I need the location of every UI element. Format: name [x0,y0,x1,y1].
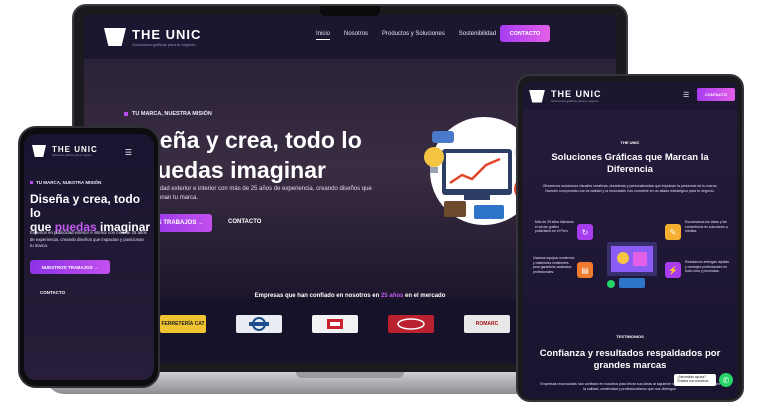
feature-delivery: Realizamos entregas rápidas y montajes p… [685,260,729,274]
design-illustration [607,242,657,288]
section-tag: THE UNIC [620,140,640,145]
logo-tagline: Soluciones gráficas para tu negocio [551,99,599,103]
nav-item-inicio[interactable]: Inicio [316,31,331,40]
hero-desc-line2: osicionan tu marca. [146,195,199,201]
hero-eyebrow: TU MARCA, NUESTRA MISIÓN [30,180,101,185]
hero-title-line1: Diseña y crea, todo lo [124,127,362,153]
mockup-scene: THE UNIC Soluciones gráficas para tu neg… [0,0,767,408]
nav-contacto-button[interactable]: CONTACTO [697,88,735,101]
logo-text: THE UNIC [132,27,202,42]
laptop-menu: Inicio Nosotros Productos y Soluciones S… [316,31,496,40]
feature-experience: Más de 25 años liderando el sector gráfi… [535,220,575,234]
hero-title-line2: e puedas imaginar [124,157,326,183]
hero-contacto-link[interactable]: CONTACTO [228,219,261,225]
experience-icon: ↻ [577,224,593,240]
equipment-icon: ▤ [577,262,593,278]
brands-title-prefix: Empresas que han confiado en nosotros en [254,293,380,299]
hero-description: Expertos en publicidad exterior e interi… [30,230,147,248]
hamburger-menu-icon[interactable]: ☰ [125,148,132,157]
hero-eyebrow: TU MARCA, NUESTRA MISIÓN [124,111,212,117]
laptop-camera-notch [320,6,380,16]
phone-logo[interactable]: THE UNIC Soluciones gráficas para tu neg… [32,145,98,157]
section-description: Ofrecemos soluciones visuales creativas,… [542,184,718,193]
hamburger-menu-icon[interactable]: ☰ [683,91,689,99]
laptop-navbar: THE UNIC Soluciones gráficas para tu neg… [84,15,616,59]
logo-tagline: Soluciones gráficas para tu negocio [132,42,196,47]
hero-desc-line1: ublicidad exterior e interior con más de… [146,186,372,192]
nav-item-productos[interactable]: Productos y Soluciones [382,31,445,40]
logo-text: THE UNIC [52,145,98,154]
nav-item-nosotros[interactable]: Nosotros [344,31,368,40]
laptop-logo[interactable]: THE UNIC Soluciones gráficas para tu neg… [104,27,201,47]
delivery-icon: ⚡ [665,262,681,278]
hero-title: Diseña y crea, todo lo que puedas imagin… [30,192,154,234]
feature-ideas: Escuchamos tus ideas y las convertimos e… [685,220,728,234]
nav-item-sostenibilidad[interactable]: Sostenibilidad [459,31,496,40]
nav-contacto-button[interactable]: CONTACTO [500,25,550,42]
testimonials-title: Confianza y resultados respaldados por g… [539,348,721,371]
brand-logo-romarc: ROMARC [464,315,510,333]
tablet-logo[interactable]: THE UNIC Soluciones gráficas para tu neg… [529,89,602,103]
laptop-groove [296,372,404,378]
brand-logo-cat: FERRETERÍA CAT [160,315,206,333]
hero-contacto-link[interactable]: CONTACTO [40,290,65,295]
hero-title-line1: Diseña y crea, todo lo [30,192,141,220]
whatsapp-icon[interactable]: ✆ [719,373,733,387]
ideas-icon: ✎ [665,224,681,240]
logo-text: THE UNIC [551,89,602,99]
feature-equipment: Usamos equipos modernos y materiales res… [533,256,575,274]
hero-description: ublicidad exterior e interior con más de… [146,185,376,203]
logo-tagline: Soluciones gráficas para tu negocio [52,154,92,157]
brand-3-emblem [327,319,343,329]
logo-icon [529,89,545,103]
tablet-screen: THE UNIC Soluciones gráficas para tu neg… [523,82,737,398]
whatsapp-bubble[interactable]: ¿Necesitas ayuda? Chatea con nosotros [674,374,716,386]
brand-2-emblem [249,317,269,331]
phone-screen: THE UNIC Soluciones gráficas para tu neg… [24,134,154,380]
logo-icon [32,145,46,157]
testimonials-tag: TESTIMONIOS [616,334,644,339]
hero-trabajos-button[interactable]: NUESTROS TRABAJOS → [30,260,110,274]
brands-title-highlight: 25 años [380,293,404,299]
logo-icon [104,28,126,46]
brand-logo-2 [236,315,282,333]
brands-title-suffix: en el mercado [405,293,446,299]
section-title: Soluciones Gráficas que Marcan la Difere… [551,152,709,175]
hero-title: Diseña y crea, todo lo e puedas imaginar [124,125,384,185]
brand-logo-4 [388,315,434,333]
tablet-navbar: THE UNIC Soluciones gráficas para tu neg… [523,82,737,110]
brand-4-emblem [397,318,425,330]
phone-navbar: THE UNIC Soluciones gráficas para tu neg… [24,134,154,168]
brand-logos: FERRETERÍA CAT ROMARC [160,315,510,333]
brand-logo-3 [312,315,358,333]
